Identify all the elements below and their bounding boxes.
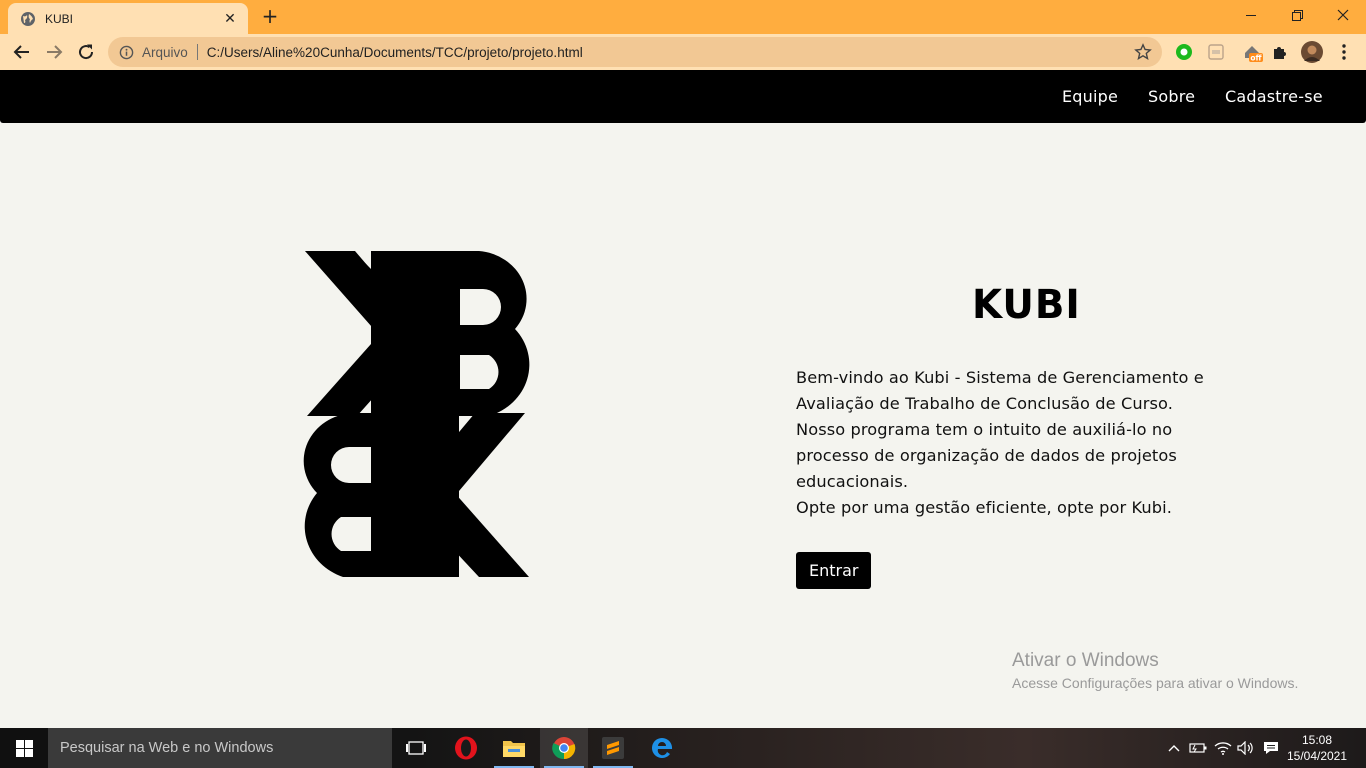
address-bar[interactable]: Arquivo C:/Users/Aline%20Cunha/Documents… bbox=[108, 37, 1162, 67]
new-tab-plus-icon[interactable]: + bbox=[260, 6, 280, 28]
chrome-browser-icon[interactable] bbox=[540, 728, 588, 768]
wifi-icon[interactable] bbox=[1212, 728, 1234, 768]
clock-time: 15:08 bbox=[1301, 733, 1333, 747]
nav-link-sobre[interactable]: Sobre bbox=[1148, 87, 1195, 106]
intro-line: educacionais. bbox=[796, 472, 909, 491]
close-window-icon[interactable] bbox=[1320, 0, 1366, 30]
site-nav-bar: Equipe Sobre Cadastre-se bbox=[0, 70, 1366, 123]
address-url[interactable]: C:/Users/Aline%20Cunha/Documents/TCC/pro… bbox=[207, 45, 583, 60]
taskbar-search-box[interactable]: Pesquisar na Web e no Windows bbox=[48, 728, 392, 768]
minimize-window-icon[interactable] bbox=[1228, 0, 1274, 30]
off-badge-extension-icon[interactable]: off bbox=[1240, 42, 1264, 63]
browser-tab-strip: KUBI ✕ + bbox=[0, 0, 1366, 34]
info-icon[interactable] bbox=[118, 44, 134, 60]
forward-arrow-icon[interactable] bbox=[40, 38, 68, 66]
tab-close-icon[interactable]: ✕ bbox=[222, 11, 238, 27]
nav-link-cadastre-se[interactable]: Cadastre-se bbox=[1225, 87, 1323, 106]
task-view-icon[interactable] bbox=[392, 728, 440, 768]
intro-paragraph: Bem-vindo ao Kubi - Sistema de Gerenciam… bbox=[796, 365, 1256, 521]
opera-browser-icon[interactable] bbox=[442, 728, 490, 768]
edge-browser-icon[interactable] bbox=[638, 728, 686, 768]
tray-chevron-up-icon[interactable] bbox=[1164, 728, 1184, 768]
volume-icon[interactable] bbox=[1236, 728, 1256, 768]
browser-menu-icon[interactable] bbox=[1334, 42, 1354, 62]
taskbar-clock[interactable]: 15:08 15/04/2021 bbox=[1284, 732, 1350, 764]
kubi-logo-mark bbox=[303, 251, 530, 577]
reload-icon[interactable] bbox=[72, 38, 100, 66]
nav-link-equipe[interactable]: Equipe bbox=[1062, 87, 1118, 106]
windows-taskbar: Pesquisar na Web e no Windows 15:08 15/0… bbox=[0, 728, 1366, 768]
windows-start-icon[interactable] bbox=[0, 728, 48, 768]
intro-line: Nosso programa tem o intuito de auxiliá-… bbox=[796, 420, 1173, 439]
intro-line: Avaliação de Trabalho de Conclusão de Cu… bbox=[796, 394, 1173, 413]
profile-avatar[interactable] bbox=[1300, 40, 1324, 64]
enter-button[interactable]: Entrar bbox=[796, 552, 872, 589]
file-explorer-icon[interactable] bbox=[490, 728, 538, 768]
page-extension-icon[interactable] bbox=[1206, 42, 1226, 62]
clock-date: 15/04/2021 bbox=[1286, 749, 1348, 763]
intro-line: processo de organização de dados de proj… bbox=[796, 446, 1177, 465]
sublime-text-icon[interactable] bbox=[589, 728, 637, 768]
green-extension-icon[interactable] bbox=[1174, 42, 1194, 62]
restore-window-icon[interactable] bbox=[1274, 0, 1320, 30]
back-arrow-icon[interactable] bbox=[8, 38, 36, 66]
watermark-title: Ativar o Windows bbox=[1012, 650, 1159, 671]
notifications-icon[interactable] bbox=[1260, 728, 1282, 768]
extensions-puzzle-icon[interactable] bbox=[1270, 42, 1290, 62]
browser-toolbar: Arquivo C:/Users/Aline%20Cunha/Documents… bbox=[0, 34, 1366, 70]
taskbar-search-placeholder: Pesquisar na Web e no Windows bbox=[60, 740, 274, 756]
windows-activation-watermark: Ativar o Windows Acesse Configurações pa… bbox=[1012, 650, 1298, 691]
web-page: Equipe Sobre Cadastre-se KUBI Bem-vindo … bbox=[0, 70, 1366, 728]
intro-line: Opte por uma gestão eficiente, opte por … bbox=[796, 498, 1172, 517]
bookmark-star-icon[interactable] bbox=[1134, 43, 1152, 61]
battery-icon[interactable] bbox=[1188, 728, 1208, 768]
address-scheme: Arquivo bbox=[142, 44, 188, 60]
address-divider bbox=[196, 44, 198, 60]
browser-tab-kubi[interactable]: KUBI ✕ bbox=[8, 3, 248, 34]
globe-icon bbox=[20, 11, 36, 27]
brand-title: KUBI bbox=[972, 282, 1081, 328]
watermark-subtitle: Acesse Configurações para ativar o Windo… bbox=[1012, 675, 1299, 691]
tab-title: KUBI bbox=[45, 11, 74, 26]
extension-off-badge: off bbox=[1250, 54, 1262, 63]
intro-line: Bem-vindo ao Kubi - Sistema de Gerenciam… bbox=[796, 368, 1204, 387]
